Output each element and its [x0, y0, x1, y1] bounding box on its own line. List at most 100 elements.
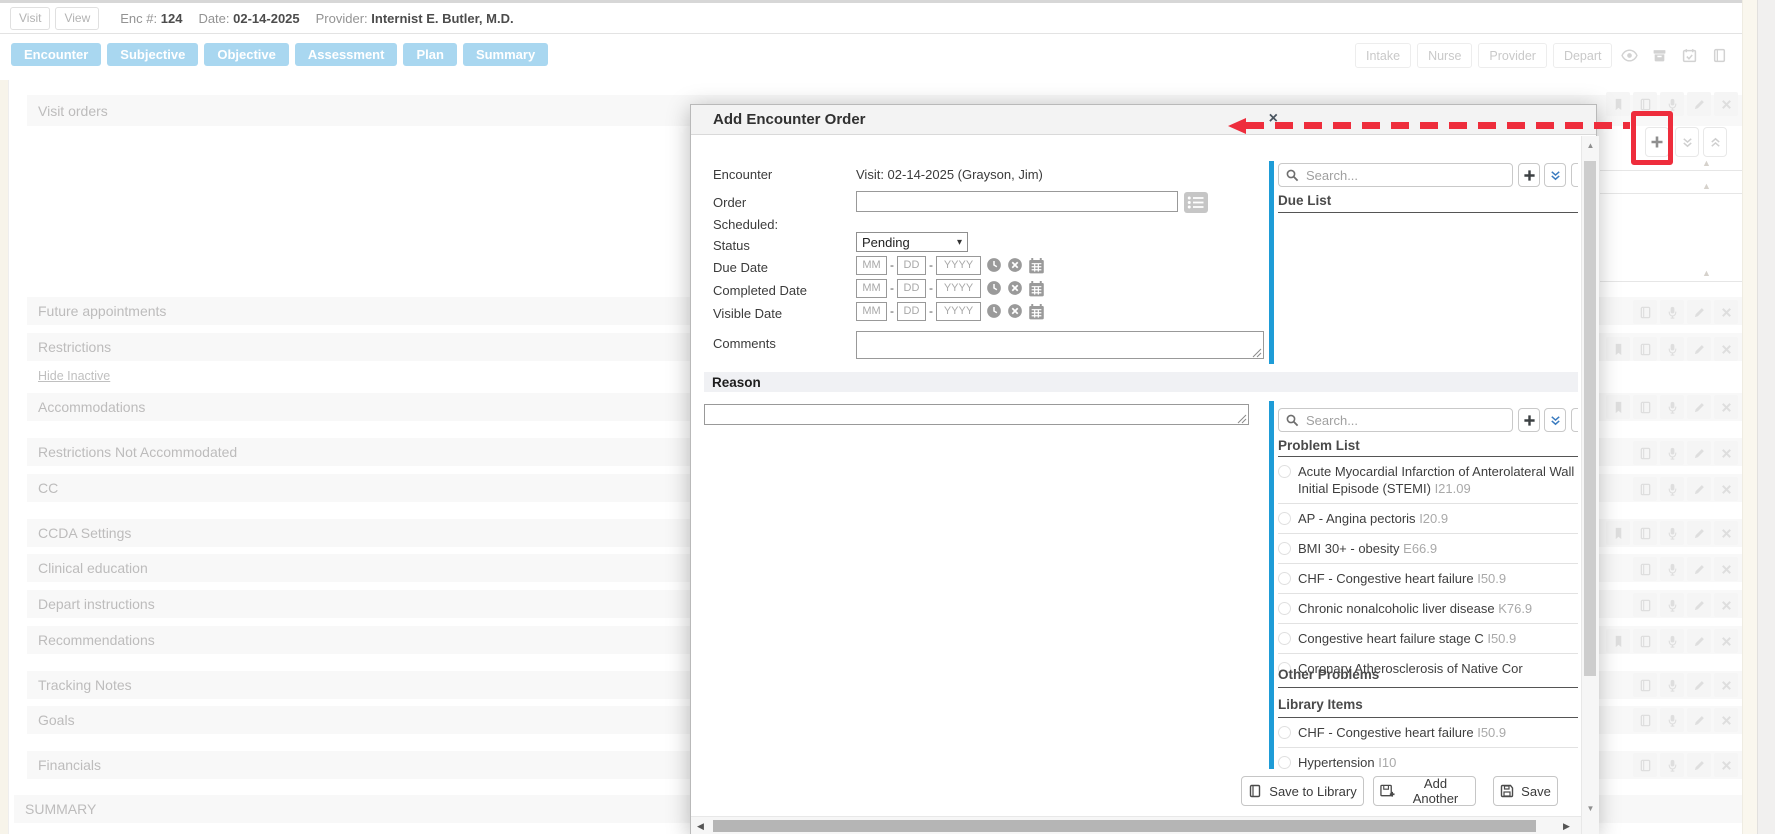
radio-button[interactable]: [1278, 756, 1291, 769]
pencil-icon[interactable]: [1687, 92, 1711, 116]
close-x-icon[interactable]: [1714, 557, 1738, 581]
clock-icon[interactable]: [986, 303, 1002, 319]
reason-search-input[interactable]: [1304, 412, 1506, 429]
microphone-icon[interactable]: [1660, 593, 1684, 617]
visit-button[interactable]: Visit: [10, 7, 50, 30]
visible-date-month-input[interactable]: [856, 302, 887, 321]
comments-input[interactable]: [856, 331, 1264, 359]
clear-circle-icon[interactable]: [1007, 303, 1023, 319]
book-icon[interactable]: [1633, 593, 1657, 617]
eye-icon[interactable]: [1616, 44, 1642, 67]
microphone-icon[interactable]: [1660, 557, 1684, 581]
save-button[interactable]: Save: [1493, 776, 1558, 806]
add-plus-icon[interactable]: [1518, 408, 1540, 432]
book-icon[interactable]: [1706, 44, 1732, 67]
nurse-button[interactable]: Nurse: [1417, 43, 1472, 68]
pencil-icon[interactable]: [1687, 477, 1711, 501]
pencil-icon[interactable]: [1687, 300, 1711, 324]
pencil-icon[interactable]: [1687, 521, 1711, 545]
book-icon[interactable]: [1633, 395, 1657, 419]
book-icon[interactable]: [1633, 629, 1657, 653]
collapse-all-icon[interactable]: [1544, 408, 1566, 432]
due-date-month-input[interactable]: [856, 256, 887, 275]
scroll-down-icon[interactable]: ▼: [1582, 804, 1599, 813]
pencil-icon[interactable]: [1687, 337, 1711, 361]
order-lookup-list-icon[interactable]: [1183, 191, 1209, 213]
horizontal-scrollbar-thumb[interactable]: [713, 820, 1536, 832]
bookmark-icon[interactable]: [1606, 395, 1630, 419]
tab-objective[interactable]: Objective: [204, 43, 289, 66]
provider-button[interactable]: Provider: [1478, 43, 1547, 68]
close-x-icon[interactable]: [1714, 337, 1738, 361]
add-another-button[interactable]: Add Another: [1373, 776, 1476, 806]
book-icon[interactable]: [1633, 708, 1657, 732]
book-icon[interactable]: [1633, 673, 1657, 697]
completed-date-day-input[interactable]: [897, 279, 926, 298]
visible-date-year-input[interactable]: [936, 302, 981, 321]
clear-circle-icon[interactable]: [1007, 280, 1023, 296]
close-x-icon[interactable]: [1714, 753, 1738, 777]
microphone-icon[interactable]: [1660, 708, 1684, 732]
pencil-icon[interactable]: [1687, 753, 1711, 777]
due-date-day-input[interactable]: [897, 256, 926, 275]
close-x-icon[interactable]: [1714, 593, 1738, 617]
microphone-icon[interactable]: [1660, 337, 1684, 361]
close-x-icon[interactable]: [1714, 300, 1738, 324]
status-select[interactable]: Pending ▾: [856, 232, 968, 252]
microphone-icon[interactable]: [1660, 395, 1684, 419]
pencil-icon[interactable]: [1687, 441, 1711, 465]
calendar-check-icon[interactable]: [1676, 44, 1702, 67]
problem-list-item[interactable]: Acute Myocardial Infarction of Anterolat…: [1278, 457, 1578, 504]
tab-encounter[interactable]: Encounter: [11, 43, 101, 66]
pencil-icon[interactable]: [1687, 395, 1711, 419]
partial-button[interactable]: [1571, 408, 1578, 432]
hide-inactive-link[interactable]: Hide Inactive: [38, 369, 110, 383]
microphone-icon[interactable]: [1660, 753, 1684, 777]
tab-summary[interactable]: Summary: [463, 43, 548, 66]
order-input[interactable]: [856, 191, 1178, 212]
close-x-icon[interactable]: [1714, 395, 1738, 419]
view-button[interactable]: View: [55, 7, 99, 30]
library-item[interactable]: CHF - Congestive heart failure I50.9: [1278, 718, 1578, 748]
calendar-icon[interactable]: [1028, 280, 1045, 297]
due-search-input[interactable]: [1304, 167, 1506, 184]
scroll-left-icon[interactable]: ◀: [697, 821, 704, 832]
pencil-icon[interactable]: [1687, 673, 1711, 697]
bookmark-icon[interactable]: [1606, 629, 1630, 653]
library-item[interactable]: Hypertension I10: [1278, 748, 1578, 777]
radio-button[interactable]: [1278, 632, 1291, 645]
clock-icon[interactable]: [986, 257, 1002, 273]
calendar-icon[interactable]: [1028, 257, 1045, 274]
due-date-year-input[interactable]: [936, 256, 981, 275]
radio-button[interactable]: [1278, 512, 1291, 525]
book-icon[interactable]: [1633, 557, 1657, 581]
collapse-all-icon[interactable]: [1544, 163, 1566, 187]
close-x-icon[interactable]: [1714, 708, 1738, 732]
radio-button[interactable]: [1278, 542, 1291, 555]
pencil-icon[interactable]: [1687, 557, 1711, 581]
radio-button[interactable]: [1278, 726, 1291, 739]
calendar-icon[interactable]: [1028, 303, 1045, 320]
tab-plan[interactable]: Plan: [403, 43, 456, 66]
microphone-icon[interactable]: [1660, 521, 1684, 545]
sort-asc-icon[interactable]: ▲: [1702, 158, 1711, 168]
depart-button[interactable]: Depart: [1553, 43, 1613, 68]
expand-all-icon[interactable]: [1703, 127, 1727, 157]
pencil-icon[interactable]: [1687, 629, 1711, 653]
microphone-icon[interactable]: [1660, 300, 1684, 324]
pencil-icon[interactable]: [1687, 593, 1711, 617]
book-icon[interactable]: [1633, 337, 1657, 361]
pencil-icon[interactable]: [1687, 708, 1711, 732]
sort-asc-icon[interactable]: ▲: [1702, 181, 1711, 191]
microphone-icon[interactable]: [1660, 629, 1684, 653]
book-icon[interactable]: [1633, 441, 1657, 465]
intake-button[interactable]: Intake: [1355, 43, 1411, 68]
book-icon[interactable]: [1633, 300, 1657, 324]
bookmark-icon[interactable]: [1606, 337, 1630, 361]
close-x-icon[interactable]: [1714, 441, 1738, 465]
close-x-icon[interactable]: [1714, 521, 1738, 545]
close-x-icon[interactable]: [1714, 477, 1738, 501]
archive-icon[interactable]: [1646, 44, 1672, 67]
radio-button[interactable]: [1278, 465, 1291, 478]
collapse-all-icon[interactable]: [1675, 127, 1699, 157]
